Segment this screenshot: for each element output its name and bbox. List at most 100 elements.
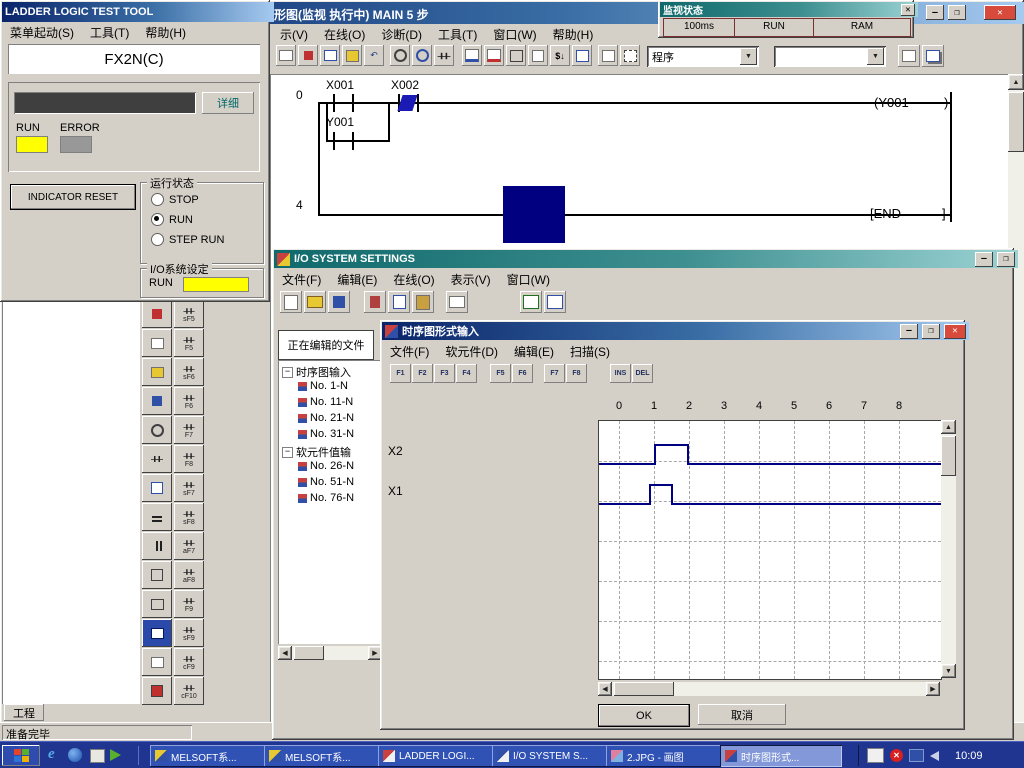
wave-tool-button[interactable]: F1	[390, 364, 411, 383]
alert-icon[interactable]: ✕	[890, 749, 903, 762]
media-player-icon[interactable]	[110, 749, 121, 761]
scroll-thumb[interactable]	[614, 682, 674, 696]
ladder-tool-button[interactable]	[142, 358, 172, 386]
menu-file[interactable]: 文件(F)	[274, 269, 329, 288]
plot-vscrollbar[interactable]: ▲ ▼	[941, 420, 956, 678]
cut-icon[interactable]	[364, 291, 386, 313]
copy-icon[interactable]	[388, 291, 410, 313]
menu-edit[interactable]: 编辑(E)	[506, 341, 562, 360]
scroll-thumb[interactable]	[941, 436, 956, 476]
menu-help[interactable]: 帮助(H)	[545, 24, 602, 42]
cascade-icon[interactable]	[922, 45, 944, 67]
ladder-symbol-button[interactable]: aF7	[174, 532, 204, 560]
menu-window[interactable]: 窗口(W)	[485, 24, 544, 42]
timing-chart-icon[interactable]	[520, 291, 542, 313]
device-test-icon[interactable]	[506, 45, 526, 66]
timing-title-bar[interactable]: 时序图形式输入 — ❐ ✕	[382, 322, 969, 340]
monitor-mode-icon[interactable]	[462, 45, 482, 66]
new-window-icon[interactable]	[898, 45, 920, 67]
tree-item[interactable]: No. 31-N	[298, 428, 354, 440]
taskbar-item-paint[interactable]: 2.JPG - 画图	[606, 745, 728, 767]
ladder-symbol-button[interactable]: sF7	[174, 474, 204, 502]
menu-window[interactable]: 窗口(W)	[499, 269, 558, 288]
menu-view[interactable]: 表示(V)	[443, 269, 499, 288]
insert-button[interactable]: INS	[610, 364, 631, 383]
ladder-symbol-button[interactable]: aF8	[174, 561, 204, 589]
device-table-icon[interactable]	[544, 291, 566, 313]
ladder-tool-button[interactable]	[142, 329, 172, 357]
project-panel[interactable]	[2, 300, 140, 704]
timing-plot[interactable]	[598, 420, 942, 680]
scroll-up-icon[interactable]: ▲	[941, 420, 956, 434]
menu-start[interactable]: 菜单起动(S)	[2, 22, 82, 40]
wave-tool-button[interactable]: F6	[512, 364, 533, 383]
tree-collapse-icon[interactable]: −	[282, 447, 293, 458]
ladder-tool-button[interactable]	[142, 503, 172, 531]
scroll-thumb[interactable]	[294, 646, 324, 660]
monitor-title-bar[interactable]: 监视状态 ✕	[660, 2, 918, 17]
scroll-down-icon[interactable]: ▼	[941, 664, 956, 678]
ladder-tool-button[interactable]	[142, 416, 172, 444]
ladder-symbol-button[interactable]: F9	[174, 590, 204, 618]
copy-icon[interactable]	[320, 45, 340, 66]
tree-collapse-icon[interactable]: −	[282, 367, 293, 378]
tree-group-device-value[interactable]: − 软元件值输	[282, 444, 351, 460]
tree-item[interactable]: No. 51-N	[298, 476, 354, 488]
scroll-thumb[interactable]	[1008, 92, 1024, 152]
ladder-tool-button[interactable]	[142, 445, 172, 473]
wave-tool-button[interactable]: F3	[434, 364, 455, 383]
radio-stop[interactable]: STOP	[151, 193, 199, 206]
menu-file[interactable]: 文件(F)	[382, 341, 437, 360]
secondary-combo[interactable]: ▼	[774, 46, 886, 67]
ladder-symbol-button[interactable]: F7	[174, 416, 204, 444]
plot-hscrollbar[interactable]: ◀ ▶	[598, 682, 940, 696]
ladder-tool-button[interactable]	[142, 387, 172, 415]
io-tree-panel[interactable]: − 时序图输入 No. 1-N No. 11-N No. 21-N No. 31…	[278, 360, 382, 644]
menu-online[interactable]: 在线(O)	[385, 269, 442, 288]
menu-device[interactable]: 软元件(D)	[437, 341, 506, 360]
ladder-symbol-button[interactable]: sF9	[174, 619, 204, 647]
wave-tool-button[interactable]: F7	[544, 364, 565, 383]
save-icon[interactable]	[328, 291, 350, 313]
menu-diagnostics[interactable]: 诊断(D)	[373, 24, 430, 42]
network-icon[interactable]	[909, 749, 924, 762]
wave-tool-button[interactable]: F2	[412, 364, 433, 383]
menu-edit[interactable]: 编辑(E)	[329, 269, 385, 288]
maximize-icon[interactable]: ❐	[948, 5, 966, 20]
tree-group-timing[interactable]: − 时序图输入	[282, 364, 351, 380]
taskbar-item-timing-chart[interactable]: 时序图形式...	[720, 745, 842, 767]
indicator-reset-button[interactable]: INDICATOR RESET	[10, 184, 136, 210]
chevron-down-icon[interactable]: ▼	[740, 48, 757, 65]
close-icon[interactable]: ✕	[944, 324, 966, 339]
open-icon[interactable]	[304, 291, 326, 313]
tree-item[interactable]: No. 76-N	[298, 492, 354, 504]
minimize-icon[interactable]: —	[975, 252, 993, 267]
cut-icon[interactable]	[298, 45, 318, 66]
ladder-tool-button[interactable]	[142, 532, 172, 560]
ladder-tool-button[interactable]	[142, 648, 172, 676]
ladder-tool-button[interactable]	[142, 300, 172, 328]
step-run-icon[interactable]	[528, 45, 548, 66]
ladder-symbol-button[interactable]: sF8	[174, 503, 204, 531]
maximize-icon[interactable]: ❐	[997, 252, 1015, 267]
menu-help[interactable]: 帮助(H)	[137, 22, 194, 40]
ladder-tool-button-active[interactable]	[142, 619, 172, 647]
write-mode-icon[interactable]	[484, 45, 504, 66]
close-icon[interactable]: ✕	[901, 4, 915, 16]
test-tool-title-bar[interactable]: LADDER LOGIC TEST TOOL	[2, 2, 274, 22]
scroll-up-icon[interactable]: ▲	[1008, 74, 1024, 90]
radio-icon[interactable]	[151, 193, 164, 206]
menu-tools[interactable]: 工具(T)	[82, 22, 137, 40]
ladder-symbol-button[interactable]: cF9	[174, 648, 204, 676]
tree-item[interactable]: No. 1-N	[298, 380, 348, 392]
ladder-symbol-button[interactable]: sF5	[174, 300, 204, 328]
msn-icon[interactable]	[68, 748, 82, 762]
ladder-symbol-button[interactable]: F5	[174, 329, 204, 357]
ladder-symbol-button[interactable]: F8	[174, 445, 204, 473]
taskbar-item-melsoft-1[interactable]: MELSOFT系...	[150, 745, 272, 767]
cancel-button[interactable]: 取消	[698, 704, 786, 725]
clock[interactable]: 10:09	[955, 750, 983, 762]
wave-tool-button[interactable]: F5	[490, 364, 511, 383]
minimize-icon[interactable]: —	[900, 324, 918, 339]
wave-tool-button[interactable]: F8	[566, 364, 587, 383]
